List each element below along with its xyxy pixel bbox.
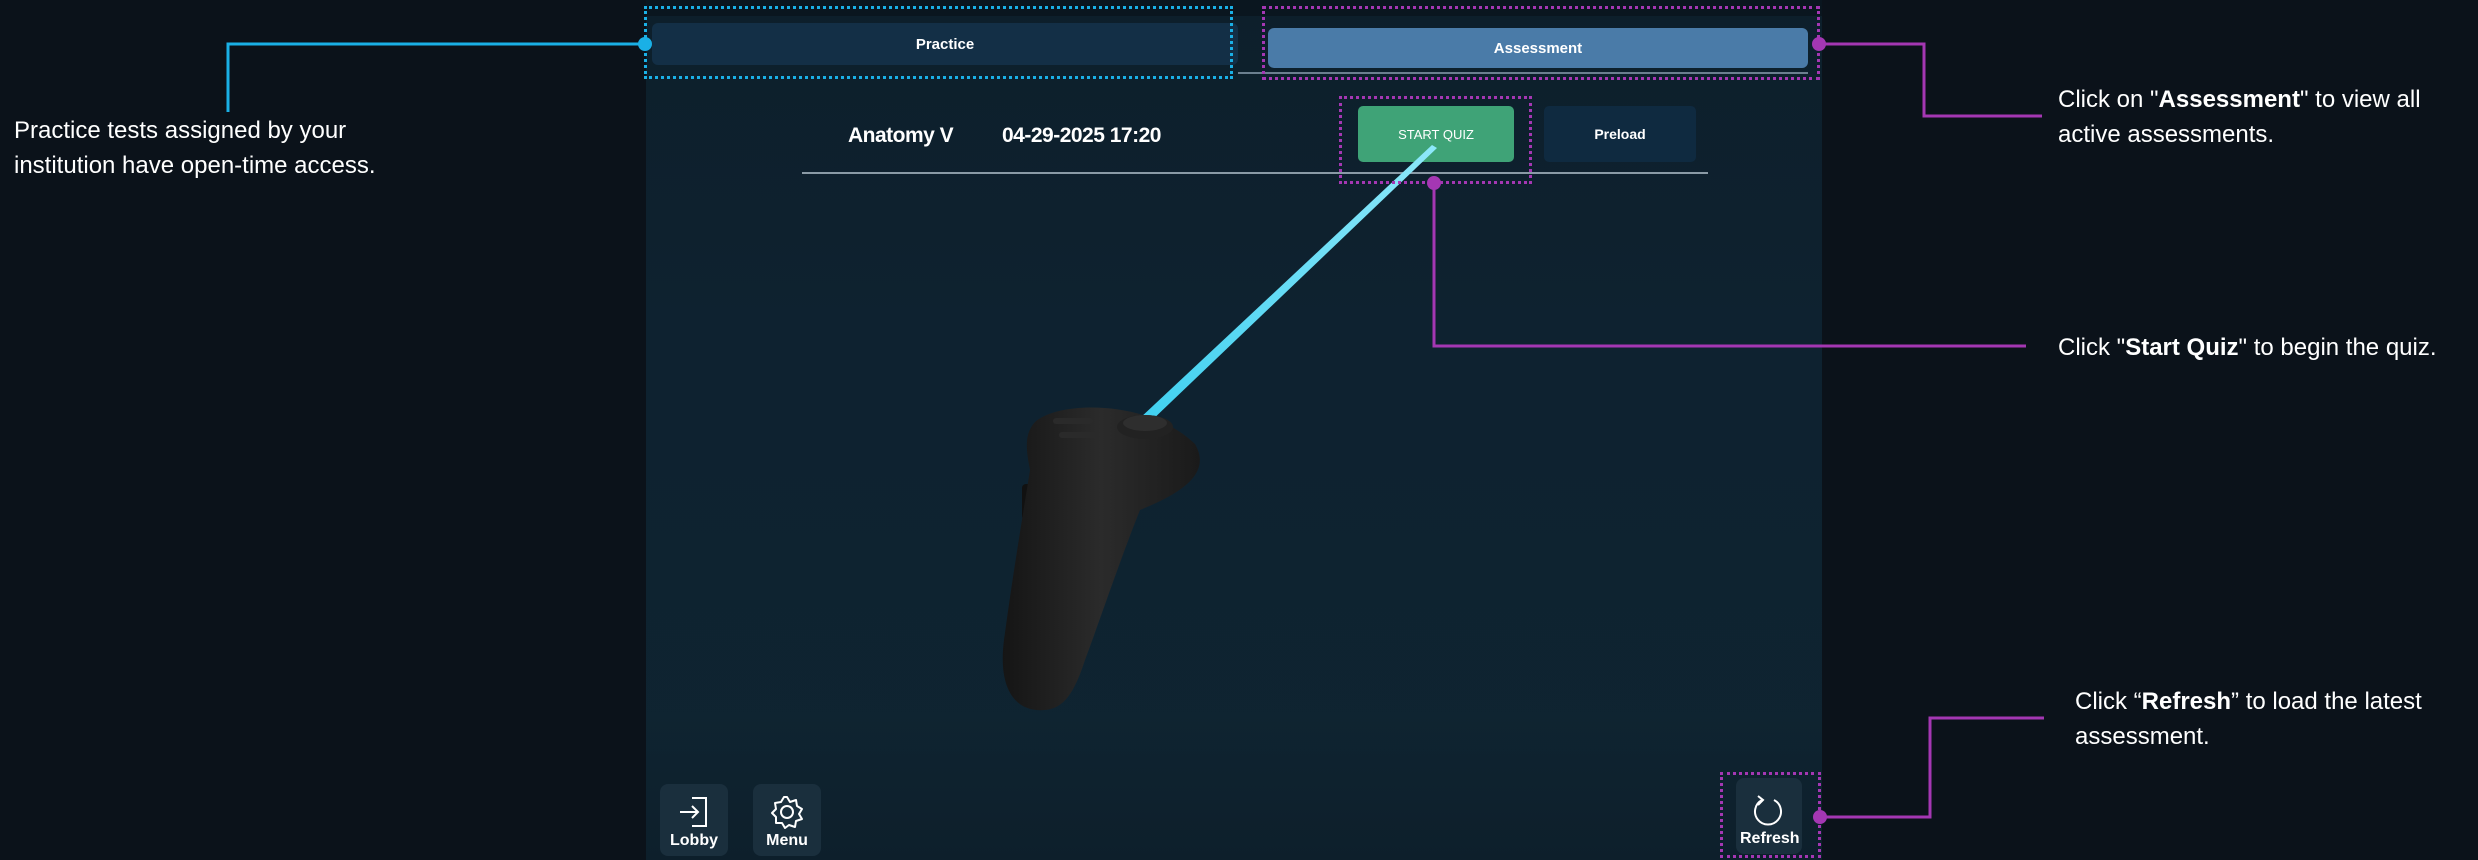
assessment-callout-line <box>1812 37 2042 118</box>
assessment-annotation: Click on "Assessment" to view all active… <box>2058 82 2421 152</box>
practice-callout-line <box>226 37 652 112</box>
practice-annotation: Practice tests assigned by your institut… <box>14 113 376 183</box>
refresh-annotation-line1: Click “Refresh” to load the latest <box>2075 688 2422 715</box>
practice-annotation-line1: Practice tests assigned by your <box>14 117 347 144</box>
assessment-annotation-line1: Click on "Assessment" to view all <box>2058 86 2421 113</box>
refresh-callout-line <box>1813 716 2044 824</box>
start-quiz-callout-line <box>1427 176 2026 348</box>
practice-annotation-line2: institution have open-time access. <box>14 152 376 179</box>
refresh-annotation: Click “Refresh” to load the latest asses… <box>2075 684 2422 754</box>
refresh-annotation-line2: assessment. <box>2075 723 2210 750</box>
start-quiz-annotation: Click "Start Quiz" to begin the quiz. <box>2058 334 2437 361</box>
assessment-annotation-line2: active assessments. <box>2058 121 2275 148</box>
